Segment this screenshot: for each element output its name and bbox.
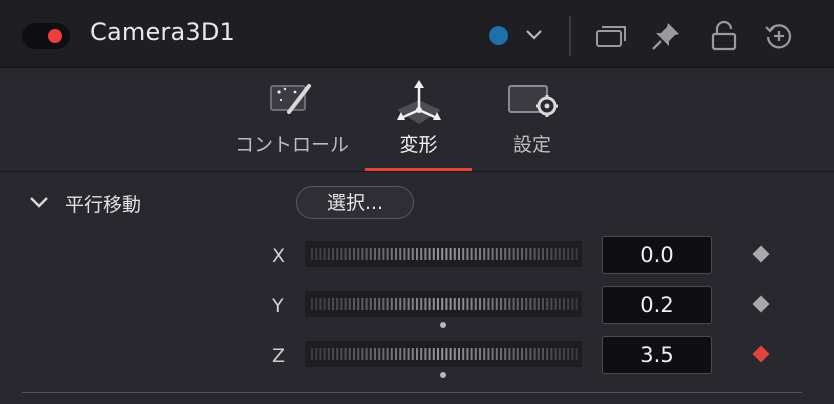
- y-value-field[interactable]: 0.2: [602, 286, 712, 324]
- keyframe-diamond-icon[interactable]: [752, 295, 770, 313]
- tab-controls[interactable]: コントロール: [226, 68, 358, 172]
- tab-settings[interactable]: 設定: [490, 68, 574, 172]
- section-divider: [22, 392, 802, 393]
- versions-icon[interactable]: [595, 22, 629, 50]
- keyframe-diamond-icon[interactable]: [752, 345, 770, 363]
- active-tab-underline: [365, 168, 472, 171]
- param-row-y: Y 0.2: [0, 286, 834, 328]
- lock-icon[interactable]: [710, 20, 738, 52]
- node-color-dot-icon[interactable]: [488, 25, 509, 46]
- settings-monitor-icon: [508, 85, 558, 117]
- z-slider[interactable]: [305, 341, 582, 367]
- param-row-x: X 0.0: [0, 236, 834, 276]
- keyframe-diamond-icon[interactable]: [752, 245, 770, 263]
- slider-center-marker: [440, 322, 446, 328]
- param-label: Y: [272, 295, 284, 317]
- node-title: Camera3D1: [90, 18, 236, 46]
- select-button[interactable]: 選択...: [296, 186, 414, 219]
- section-header[interactable]: 平行移動 選択...: [0, 186, 834, 220]
- param-label: X: [272, 245, 286, 267]
- y-slider[interactable]: [305, 291, 582, 317]
- tab-transform[interactable]: 変形: [365, 68, 472, 172]
- enable-dot-icon: [48, 29, 62, 43]
- translation-section: 平行移動 選択... X 0.0 Y 0.2 Z 3.5: [0, 172, 834, 404]
- z-value-field[interactable]: 3.5: [602, 336, 712, 374]
- chevron-down-icon[interactable]: [524, 28, 544, 42]
- pin-icon[interactable]: [650, 20, 682, 52]
- controls-wand-icon: [270, 84, 311, 114]
- tab-settings-label: 設定: [512, 134, 551, 156]
- transform-icon: [396, 80, 441, 124]
- tab-controls-label: コントロール: [234, 134, 349, 156]
- enable-toggle[interactable]: [22, 23, 70, 49]
- section-title: 平行移動: [65, 194, 142, 216]
- slider-center-marker: [440, 372, 446, 378]
- inspector-tabs: コントロール 変形 設定: [0, 68, 834, 172]
- x-slider[interactable]: [305, 241, 582, 267]
- tab-transform-label: 変形: [399, 134, 438, 156]
- chevron-down-icon[interactable]: [29, 195, 49, 209]
- param-label: Z: [272, 345, 286, 367]
- header-separator: [569, 16, 571, 56]
- param-row-z: Z 3.5: [0, 336, 834, 378]
- x-value-field[interactable]: 0.0: [602, 236, 712, 274]
- reset-icon[interactable]: [763, 20, 795, 52]
- inspector-header: Camera3D1: [0, 0, 834, 68]
